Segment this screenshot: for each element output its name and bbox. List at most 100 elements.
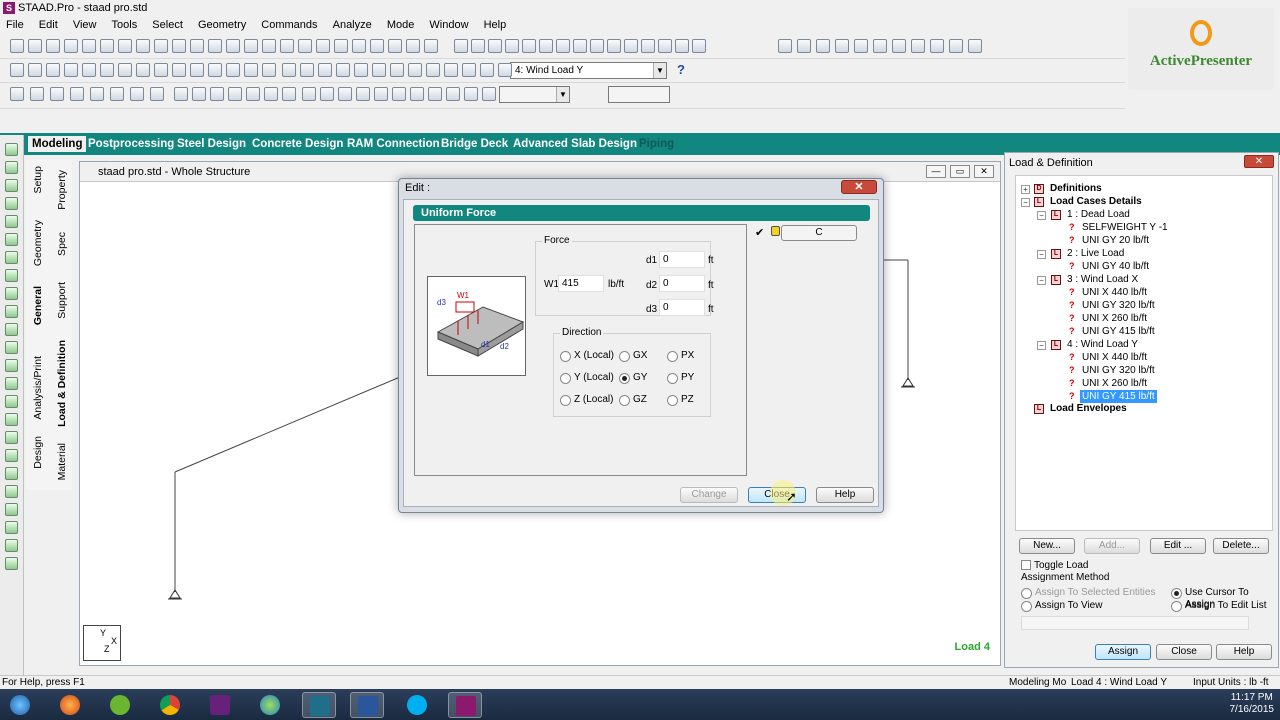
toolbar-tool-icon[interactable] <box>130 87 144 101</box>
toolbar-tool-icon[interactable] <box>356 87 370 101</box>
assign-button[interactable]: Assign <box>1095 644 1151 660</box>
vtab-setup[interactable]: Setup <box>32 166 44 193</box>
toggle-load-checkbox[interactable] <box>1021 560 1031 570</box>
toolbar-tool-icon[interactable] <box>262 39 276 53</box>
selection-tool-icon[interactable] <box>5 557 18 570</box>
toolbar-tool-icon[interactable] <box>298 39 312 53</box>
toolbar-tool-icon[interactable] <box>374 87 388 101</box>
selection-tool-icon[interactable] <box>5 179 18 192</box>
selection-tool-icon[interactable] <box>5 197 18 210</box>
direction-z-local-radio[interactable]: Z (Local) <box>560 394 613 406</box>
toolbar-tool-icon[interactable] <box>488 39 502 53</box>
toolbar-tool-icon[interactable] <box>154 63 168 77</box>
maximize-icon[interactable]: ▭ <box>950 165 970 178</box>
selection-tool-icon[interactable] <box>5 395 18 408</box>
delete-button[interactable]: Delete... <box>1213 538 1269 554</box>
toolbar-tool-icon[interactable] <box>675 39 689 53</box>
direction-px-radio[interactable]: PX <box>667 350 694 362</box>
toolbar-tool-icon[interactable] <box>354 63 368 77</box>
tab-concrete-design[interactable]: Concrete Design <box>252 136 343 152</box>
menu-select[interactable]: Select <box>152 19 183 31</box>
toolbar-tool-icon[interactable] <box>336 63 350 77</box>
toolbar-tool-icon[interactable] <box>573 39 587 53</box>
column-header-c[interactable]: C <box>781 225 857 241</box>
toolbar-tool-icon[interactable] <box>10 63 24 77</box>
toolbar-tool-icon[interactable] <box>118 63 132 77</box>
toolbar-tool-icon[interactable] <box>410 87 424 101</box>
toolbar-tool-icon[interactable] <box>930 39 944 53</box>
toolbar-tool-icon[interactable] <box>444 63 458 77</box>
toolbar-tool-icon[interactable] <box>28 39 42 53</box>
toolbar-tool-icon[interactable] <box>90 87 104 101</box>
direction-y-local-radio[interactable]: Y (Local) <box>560 372 614 384</box>
vtab-spec[interactable]: Spec <box>56 232 68 256</box>
collapse-icon[interactable]: − <box>1037 211 1046 220</box>
toolbar-tool-icon[interactable] <box>262 63 276 77</box>
toolbar-tool-icon[interactable] <box>82 63 96 77</box>
toolbar-tool-icon[interactable] <box>408 63 422 77</box>
toolbar-tool-icon[interactable] <box>280 39 294 53</box>
help-button[interactable]: Help <box>816 487 874 503</box>
tree-case-1[interactable]: 1 : Dead Load <box>1067 208 1130 221</box>
toolbar-tool-icon[interactable] <box>498 63 512 77</box>
toolbar-tool-icon[interactable] <box>424 39 438 53</box>
direction-py-radio[interactable]: PY <box>667 372 694 384</box>
selection-tool-icon[interactable] <box>5 521 18 534</box>
tree-item[interactable]: UNI X 440 lb/ft <box>1082 286 1147 299</box>
tree-case-2[interactable]: 2 : Live Load <box>1067 247 1124 260</box>
toolbar-tool-icon[interactable] <box>607 39 621 53</box>
toolbar-tool-icon[interactable] <box>316 39 330 53</box>
vtab-property[interactable]: Property <box>56 170 68 210</box>
tree-item[interactable]: SELFWEIGHT Y -1 <box>1082 221 1168 234</box>
toolbar-tool-icon[interactable] <box>110 87 124 101</box>
toolbar-tool-icon[interactable] <box>244 39 258 53</box>
collapse-icon[interactable]: − <box>1021 198 1030 207</box>
toolbar-tool-icon[interactable] <box>949 39 963 53</box>
toolbar-tool-icon[interactable] <box>590 39 604 53</box>
toolbar-tool-icon[interactable] <box>778 39 792 53</box>
toolbar-tool-icon[interactable] <box>911 39 925 53</box>
menu-file[interactable]: File <box>6 19 24 31</box>
load-case-select[interactable]: 4: Wind Load Y ▼ <box>510 62 667 79</box>
selection-tool-icon[interactable] <box>5 341 18 354</box>
taskbar-skype[interactable] <box>400 692 434 718</box>
toolbar-tool-icon[interactable] <box>428 87 442 101</box>
toolbar-tool-icon[interactable] <box>426 63 440 77</box>
toolbar-tool-icon[interactable] <box>522 39 536 53</box>
toolbar-tool-icon[interactable] <box>282 87 296 101</box>
toolbar-tool-icon[interactable] <box>658 39 672 53</box>
toolbar-tool-icon[interactable] <box>370 39 384 53</box>
close-icon[interactable]: ✕ <box>1244 155 1274 168</box>
close-icon[interactable]: ✕ <box>974 165 994 178</box>
toolbar-tool-icon[interactable] <box>190 39 204 53</box>
tab-steel-design[interactable]: Steel Design <box>177 136 246 152</box>
toolbar-tool-icon[interactable] <box>136 39 150 53</box>
vtab-analysis-print[interactable]: Analysis/Print <box>32 356 44 420</box>
menu-tools[interactable]: Tools <box>112 19 138 31</box>
direction-gz-radio[interactable]: GZ <box>619 394 647 406</box>
menu-view[interactable]: View <box>73 19 97 31</box>
taskbar-word[interactable] <box>350 692 384 718</box>
tab-advanced-slab-design[interactable]: Advanced Slab Design <box>513 136 637 152</box>
chevron-down-icon[interactable]: ▼ <box>653 63 666 78</box>
toolbar-tool-icon[interactable] <box>70 87 84 101</box>
tree-item[interactable]: UNI GY 20 lb/ft <box>1082 234 1149 247</box>
toolbar-tool-icon[interactable] <box>100 39 114 53</box>
toolbar-tool-icon[interactable] <box>505 39 519 53</box>
tree-case-4[interactable]: 4 : Wind Load Y <box>1067 338 1138 351</box>
tree-item[interactable]: UNI X 260 lb/ft <box>1082 312 1147 325</box>
selection-tool-icon[interactable] <box>5 269 18 282</box>
toolbar-tool-icon[interactable] <box>10 39 24 53</box>
toolbar-tool-icon[interactable] <box>174 87 188 101</box>
direction-x-local-radio[interactable]: X (Local) <box>560 350 614 362</box>
toolbar-tool-icon[interactable] <box>873 39 887 53</box>
help-button[interactable]: Help <box>1216 644 1272 660</box>
close-icon[interactable]: ✕ <box>841 180 877 194</box>
menu-mode[interactable]: Mode <box>387 19 415 31</box>
selection-tool-icon[interactable] <box>5 485 18 498</box>
toolbar-tool-icon[interactable] <box>471 39 485 53</box>
tab-ram-connection[interactable]: RAM Connection <box>347 136 440 152</box>
expand-icon[interactable]: + <box>1021 185 1030 194</box>
toolbar-tool-icon[interactable] <box>968 39 982 53</box>
taskbar-staad[interactable] <box>448 692 482 718</box>
